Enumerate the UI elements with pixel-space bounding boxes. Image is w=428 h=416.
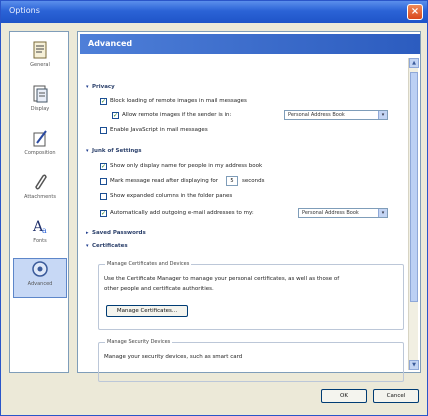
certificates-section-header[interactable]: ▾ Certificates (86, 243, 128, 249)
sidebar-item-advanced[interactable]: Advanced (13, 258, 67, 298)
sidebar-item-display[interactable]: Display (13, 84, 67, 124)
saved-passwords-header[interactable]: ▸ Saved Passwords (86, 230, 146, 236)
security-devices-group: Manage Security Devices (98, 339, 404, 382)
mark-read-unit: seconds (242, 178, 265, 184)
block-images-checkbox[interactable]: ✓ (100, 98, 107, 105)
scroll-down-arrow-icon[interactable]: ▼ (409, 360, 419, 370)
group-caption: Manage Certificates and Devices (105, 261, 192, 267)
svg-text:a: a (42, 226, 47, 235)
block-images-label: Block loading of remote images in mail m… (110, 98, 247, 104)
composition-icon (33, 130, 47, 147)
auto-add-label: Automatically add outgoing e-mail addres… (110, 210, 254, 216)
advanced-icon (32, 261, 48, 277)
sidebar-item-label: Attachments (24, 194, 56, 200)
advanced-panel: Advanced ▲ ▼ ▾ Privacy ✓ Block loading of… (77, 31, 421, 382)
options-window: Options × General Display Composition At… (0, 0, 428, 416)
certificates-description: Use the Certificate Manager to manage yo… (104, 276, 340, 282)
threads-checkbox[interactable] (100, 193, 107, 200)
close-button[interactable]: × (407, 4, 423, 20)
vertical-scrollbar[interactable]: ▲ ▼ (408, 58, 419, 370)
enable-js-label: Enable JavaScript in mail messages (110, 127, 208, 133)
allow-remote-select[interactable]: Personal Address Book ▾ (284, 110, 388, 120)
paperclip-icon (35, 174, 47, 190)
sidebar-item-general[interactable]: General (13, 40, 67, 80)
manage-certificates-group: Manage Certificates and Devices (98, 261, 404, 330)
mark-read-checkbox[interactable] (100, 178, 107, 185)
general-icon (33, 41, 47, 59)
sidebar-item-label: General (30, 62, 50, 68)
scroll-up-arrow-icon[interactable]: ▲ (409, 58, 419, 68)
cancel-button[interactable]: Cancel (373, 389, 419, 403)
sidebar-item-composition[interactable]: Composition (13, 128, 67, 168)
certificates-description-cont: other people and certificate authorities… (104, 286, 214, 292)
category-sidebar: General Display Composition Attachments … (9, 31, 69, 373)
chevron-down-icon: ▾ (378, 209, 387, 217)
sidebar-item-label: Advanced (27, 281, 53, 287)
enable-js-checkbox[interactable] (100, 127, 107, 134)
allow-remote-label: Allow remote images if the sender is in: (122, 112, 232, 118)
mark-read-seconds-input[interactable]: 5 (226, 176, 238, 186)
manage-certificates-button[interactable]: Manage Certificates... (106, 305, 188, 317)
misc-section-header[interactable]: ▾ Junk of Settings (86, 148, 142, 154)
auto-add-checkbox[interactable]: ✓ (100, 210, 107, 217)
group-caption: Manage Security Devices (105, 339, 173, 345)
allow-remote-checkbox[interactable]: ✓ (112, 112, 119, 119)
auto-add-select[interactable]: Personal Address Book ▾ (298, 208, 388, 218)
title-bar[interactable]: Options × (1, 1, 427, 23)
mark-read-label: Mark message read after displaying for (110, 178, 219, 184)
sidebar-item-fonts[interactable]: Aa Fonts (13, 216, 67, 256)
chevron-down-icon: ▾ (378, 111, 387, 119)
sidebar-item-label: Composition (24, 150, 56, 156)
display-name-label: Show only display name for people in my … (110, 163, 263, 169)
sidebar-item-label: Display (30, 106, 50, 112)
display-icon (33, 85, 48, 103)
privacy-section-header[interactable]: ▾ Privacy (86, 84, 115, 90)
sidebar-item-label: Fonts (33, 238, 47, 244)
devices-description: Manage your security devices, such as sm… (104, 354, 243, 360)
panel-header: Advanced (80, 34, 420, 54)
ok-button[interactable]: OK (321, 389, 367, 403)
display-name-checkbox[interactable]: ✓ (100, 163, 107, 170)
scroll-thumb[interactable] (410, 72, 418, 302)
fonts-icon: Aa (32, 219, 47, 235)
window-title: Options (9, 6, 40, 15)
sidebar-item-attachments[interactable]: Attachments (13, 172, 67, 212)
threads-label: Show expanded columns in the folder pane… (110, 193, 233, 199)
